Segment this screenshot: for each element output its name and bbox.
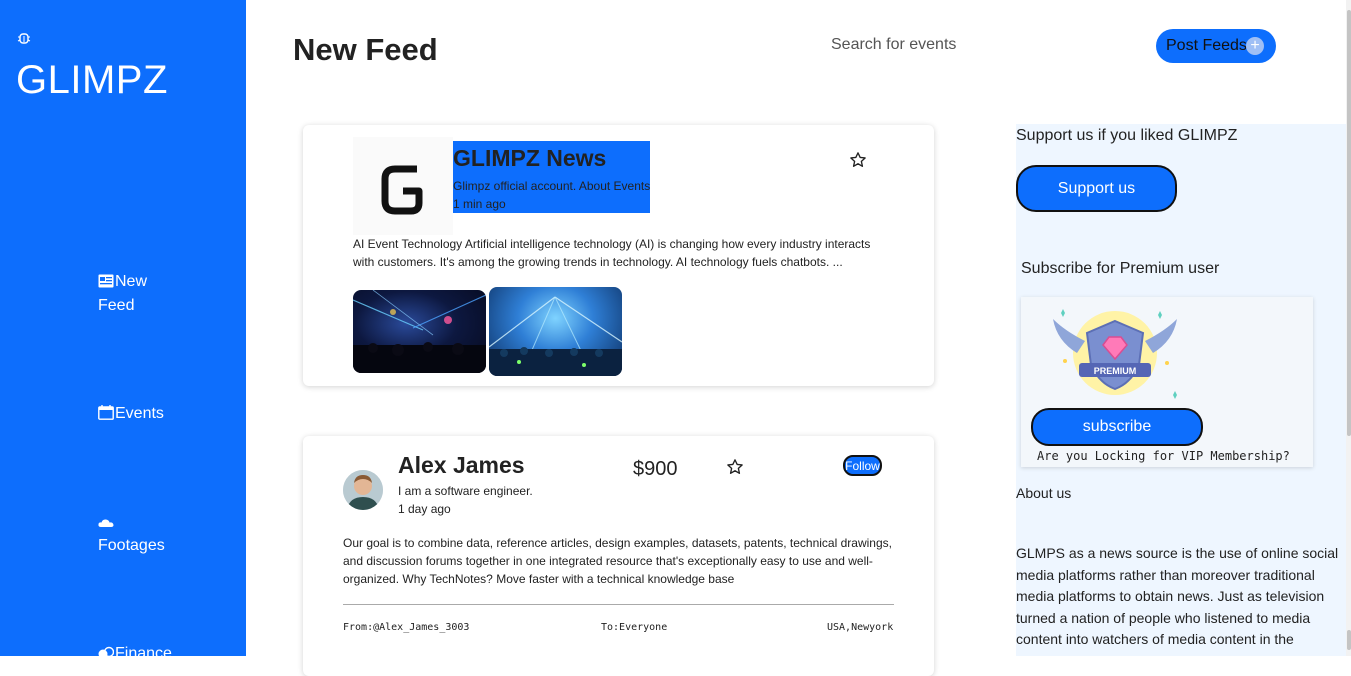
sidebar-item-label: Footages bbox=[98, 537, 165, 554]
author-name: Alex James bbox=[398, 452, 525, 478]
cloud-icon bbox=[98, 519, 114, 527]
news-time: 1 min ago bbox=[453, 197, 506, 211]
scrollbar-thumb[interactable] bbox=[1347, 10, 1351, 436]
right-panel: Support us if you liked GLIMPZ Support u… bbox=[1016, 124, 1346, 656]
author-bio: I am a software engineer. bbox=[398, 484, 533, 498]
news-title: GLIMPZ News bbox=[453, 145, 607, 171]
scrollbar-thumb-bottom[interactable] bbox=[1347, 630, 1351, 650]
premium-text: Subscribe for Premium user bbox=[1021, 260, 1220, 277]
subscribe-button[interactable]: subscribe bbox=[1031, 408, 1203, 446]
page-title: New Feed bbox=[293, 32, 438, 67]
brand-logo: GLIMPZ bbox=[16, 58, 168, 102]
support-us-button[interactable]: Support us bbox=[1016, 165, 1177, 212]
feed-card-alex-james: Alex James I am a software engineer. 1 d… bbox=[303, 436, 934, 676]
post-location: USA,Newyork bbox=[827, 622, 894, 633]
about-body: GLMPS as a news source is the use of onl… bbox=[1016, 545, 1339, 647]
newspaper-icon bbox=[98, 274, 114, 288]
premium-box: PREMIUM subscribe Are you Locking for VI… bbox=[1021, 297, 1313, 467]
about-title: About us bbox=[1016, 485, 1072, 501]
vip-text: Are you Locking for VIP Membership? bbox=[1037, 449, 1290, 463]
coins-icon bbox=[98, 646, 115, 659]
plus-icon: + bbox=[1246, 37, 1264, 55]
event-photo-1[interactable] bbox=[353, 290, 486, 373]
news-header: GLIMPZ News Glimpz official account. Abo… bbox=[453, 141, 650, 213]
calendar-icon bbox=[98, 405, 114, 420]
news-subtitle: Glimpz official account. About Events bbox=[453, 179, 651, 193]
divider bbox=[343, 604, 894, 605]
glimpz-logo bbox=[353, 137, 453, 235]
bug-icon bbox=[17, 33, 31, 44]
post-feeds-button[interactable]: Post Feeds + bbox=[1156, 29, 1276, 63]
badge-label: PREMIUM bbox=[1094, 366, 1137, 376]
sidebar: GLIMPZ New Feed Events Footages Finance bbox=[0, 0, 246, 662]
post-body: Our goal is to combine data, reference a… bbox=[343, 536, 892, 586]
follow-button[interactable]: Follow bbox=[843, 455, 882, 476]
price: $900 bbox=[633, 458, 678, 480]
post-time: 1 day ago bbox=[398, 502, 451, 516]
news-body: AI Event Technology Artificial intellige… bbox=[353, 237, 871, 269]
support-text: Support us if you liked GLIMPZ bbox=[1016, 127, 1238, 144]
premium-badge-icon: PREMIUM bbox=[1053, 309, 1177, 399]
feed-card-glimpz-news: GLIMPZ News Glimpz official account. Abo… bbox=[303, 125, 934, 386]
sidebar-item-label: Events bbox=[115, 405, 164, 422]
star-icon[interactable] bbox=[726, 458, 744, 476]
sidebar-item-new-feed[interactable]: New Feed bbox=[98, 270, 178, 318]
avatar[interactable] bbox=[343, 470, 383, 510]
sidebar-item-events[interactable]: Events bbox=[98, 402, 164, 426]
sidebar-item-label: Finance bbox=[115, 645, 172, 662]
sidebar-item-finance[interactable]: Finance bbox=[98, 642, 172, 666]
search-input[interactable] bbox=[831, 33, 1031, 57]
post-feeds-label: Post Feeds bbox=[1166, 37, 1247, 54]
event-photo-2[interactable] bbox=[489, 287, 622, 376]
star-icon[interactable] bbox=[849, 151, 867, 169]
post-from: From:@Alex_James_3003 bbox=[343, 622, 470, 633]
post-to: To:Everyone bbox=[601, 622, 668, 633]
sidebar-item-footages[interactable]: Footages bbox=[98, 510, 165, 558]
